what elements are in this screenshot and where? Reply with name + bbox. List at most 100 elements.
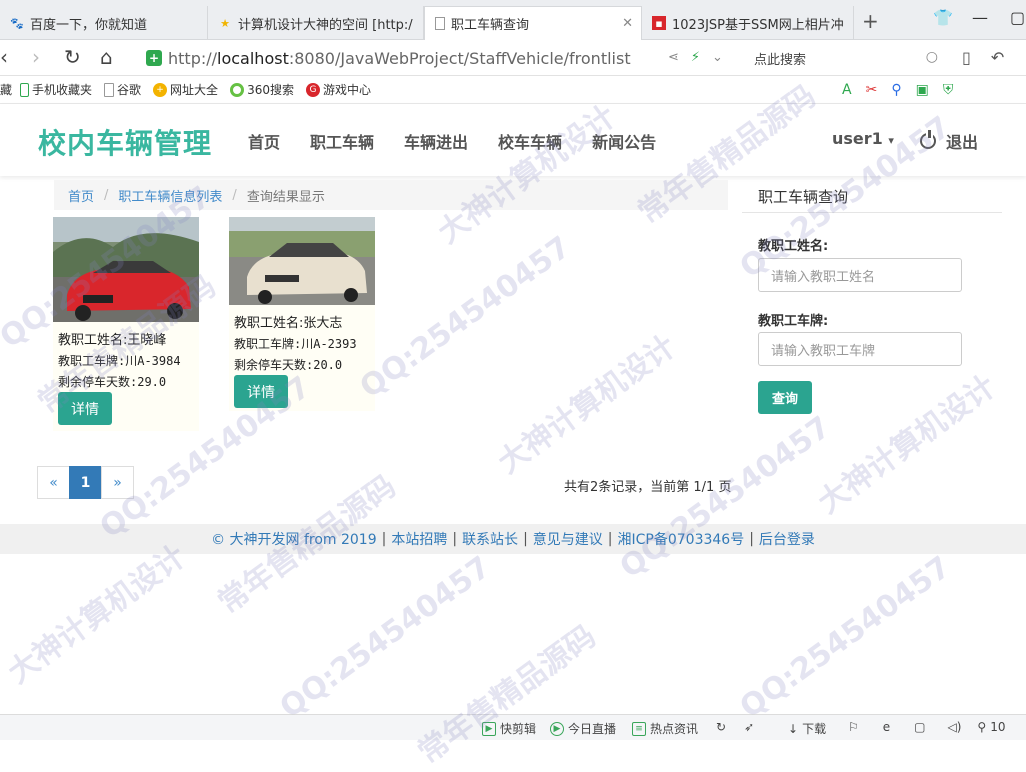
staff-plate-input[interactable]: 请输入教职工车牌 [758,332,962,366]
url-path: :8080/JavaWebProject/StaffVehicle/frontl… [288,48,631,68]
parking-days: 剩余停车天数:20.0 [234,358,343,372]
status-news[interactable]: ≡ 热点资讯 [632,720,698,737]
power-icon [920,130,936,149]
window-icon[interactable]: ▢ [914,720,925,734]
bookmark-mobile[interactable]: 手机收藏夹 [20,81,92,98]
shield-icon[interactable]: ⛨ [943,82,954,98]
watermark: QQ:254540457 [353,229,578,406]
tab-label: 职工车辆查询 [451,18,530,33]
watermark: QQ:254540457 [273,549,498,726]
vehicle-info: 教职工姓名:王晓峰 教职工车牌:川A-3984 剩余停车天数:29.0 [53,322,199,393]
tab-baidu[interactable]: 🐾 百度一下，你就知道 [0,6,208,40]
page-1-button[interactable]: 1 [69,466,102,499]
home-icon[interactable]: ⌂ [100,46,113,68]
shirt-icon[interactable]: 👕 [933,8,953,27]
nav-home[interactable]: 首页 [248,129,280,153]
volume-icon[interactable]: ◁) [948,720,962,734]
staff-plate: 教职工车牌:川A-2393 [234,337,357,351]
phone-icon [20,82,30,97]
status-label: 下载 [802,722,827,736]
footer-feedback[interactable]: 意见与建议 [533,529,603,549]
bookmark-google[interactable]: 谷歌 [104,81,141,98]
footer-icp[interactable]: 湘ICP备0703346号 [618,529,745,549]
tab-blog[interactable]: ★ 计算机设计大神的空间 [http:/ [208,6,424,40]
download-icon: ↓ [788,721,799,736]
vehicle-info: 教职工姓名:张大志 教职工车牌:川A-2393 剩余停车天数:20.0 [229,305,375,376]
breadcrumb-home[interactable]: 首页 [68,186,94,205]
status-clip[interactable]: ▶ 快剪辑 [482,720,536,737]
translate-icon[interactable]: A [842,82,852,98]
chevron-down-icon[interactable]: ⌄ [712,50,723,65]
scissors-icon[interactable]: ✂ [866,82,878,98]
address-actions: ⋖ ⚡ ⌄ [668,50,723,65]
logout-button[interactable]: 退出 [920,129,978,153]
name-label: 教职工姓名: [758,239,829,254]
url-field[interactable]: + http://localhost:8080/JavaWebProject/S… [146,45,736,71]
next-page-button[interactable]: » [101,466,134,499]
nav-staff-vehicle[interactable]: 职工车辆 [310,129,374,153]
nav-vehicle-access[interactable]: 车辆进出 [404,129,468,153]
magnifier-icon[interactable]: ⚲ [891,82,901,98]
search-placeholder: 点此搜索 [754,52,807,68]
close-icon[interactable]: ✕ [622,16,633,31]
status-label: 热点资讯 [650,722,699,736]
extension-icons: A ✂ ⚲ ▣ ⛨ [842,82,953,98]
forward-icon[interactable]: › [32,46,40,68]
tab-staff-vehicle[interactable]: 职工车辆查询 ✕ [424,6,642,40]
status-icons: ↻ ➶ [716,720,768,734]
share-icon[interactable]: ⋖ [668,50,679,65]
tab-photo[interactable]: ▪ 1023JSP基于SSM网上相片冲 [642,6,854,40]
rocket-icon[interactable]: ➶ [744,720,754,734]
minimize-icon[interactable]: — [972,8,988,27]
bookmark-folder[interactable]: 藏 [0,81,12,98]
breadcrumb-list[interactable]: 职工车辆信息列表 [118,186,222,205]
zoom-icon[interactable]: ⚲ [977,720,986,734]
status-download[interactable]: ↓ 下载 [788,720,826,737]
bookmark-label: 游戏中心 [322,83,371,97]
bookmark-hao[interactable]: + 网址大全 [153,81,218,98]
lightning-icon[interactable]: ⚡ [691,50,700,65]
staff-plate: 教职工车牌:川A-3984 [58,354,181,368]
refresh-icon[interactable]: ↻ [64,46,81,68]
search-input[interactable]: 点此搜索 ○ [744,46,948,70]
user-dropdown[interactable]: user1 ▾ [832,129,894,148]
maximize-icon[interactable]: ▢ [1010,8,1025,27]
ie-icon[interactable]: e [883,720,890,734]
search-icon[interactable]: ○ [926,49,938,65]
bookmark-games[interactable]: G 游戏中心 [305,81,371,98]
status-live[interactable]: ▶ 今日直播 [550,720,616,737]
watermark: 常年售精品源码 [411,618,603,771]
bookmark-label: 网址大全 [170,83,219,97]
phone-icon[interactable]: ▯ [962,48,971,67]
footer-admin-login[interactable]: 后台登录 [759,529,815,549]
undo-icon[interactable]: ↶ [991,48,1004,67]
staff-name-input[interactable]: 请输入教职工姓名 [758,258,962,292]
footer-recruit[interactable]: 本站招聘 [391,529,447,549]
site-brand[interactable]: 校内车辆管理 [38,122,212,162]
car-photo[interactable] [229,217,375,305]
flag-icon[interactable]: ⚐ [848,720,859,734]
footer-copyright[interactable]: © 大神开发网 from 2019 [211,529,377,549]
nav-school-bus[interactable]: 校车车辆 [498,129,562,153]
breadcrumb: 首页 / 职工车辆信息列表 / 查询结果显示 [54,180,728,210]
prev-page-button[interactable]: « [37,466,70,499]
detail-button[interactable]: 详情 [234,375,288,408]
staff-name: 教职工姓名:张大志 [234,316,343,331]
name-placeholder: 请输入教职工姓名 [771,269,876,285]
bookmark-label: 手机收藏夹 [32,83,93,97]
bookmark-360[interactable]: 360搜索 [230,81,294,98]
gamepad-icon[interactable]: ▣ [916,82,929,98]
speed-icon[interactable]: ↻ [716,720,726,734]
back-icon[interactable]: ‹ [0,46,8,68]
url-host: localhost [217,48,289,68]
play-icon: ▶ [482,721,496,736]
nav-news[interactable]: 新闻公告 [592,129,656,153]
logout-label: 退出 [946,133,979,152]
footer-contact[interactable]: 联系站长 [462,529,518,549]
plate-label: 教职工车牌: [758,314,829,329]
detail-button[interactable]: 详情 [58,392,112,425]
new-tab-icon[interactable]: + [862,11,879,31]
car-photo[interactable] [53,217,199,322]
query-button[interactable]: 查询 [758,381,812,414]
parking-days: 剩余停车天数:29.0 [58,375,167,389]
